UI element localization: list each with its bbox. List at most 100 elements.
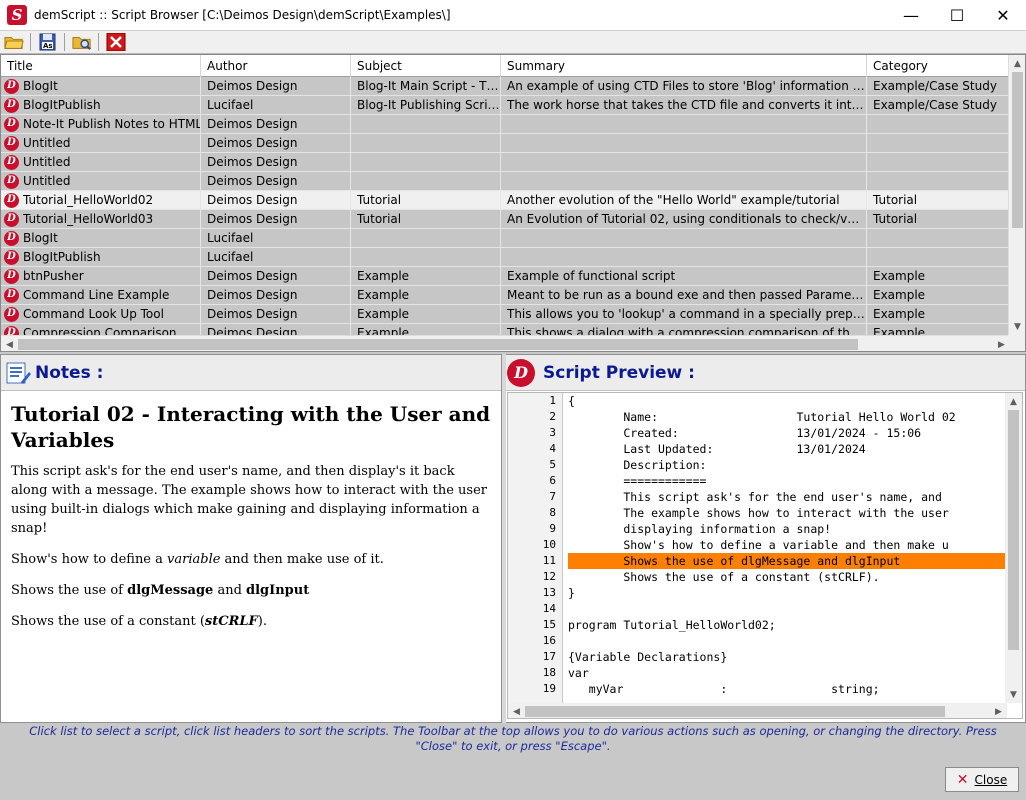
- table-row[interactable]: DbtnPusher Deimos Design Example Example of…: [1, 267, 1010, 286]
- scroll-down-icon[interactable]: ▼: [1009, 318, 1025, 335]
- table-row[interactable]: D BlogItPublish Lucifael Blog-It Publishing…: [1, 96, 1010, 115]
- cell-subject: [351, 229, 501, 247]
- minimize-button[interactable]: —: [888, 0, 934, 31]
- code-line: Last Updated: 13/01/2024: [568, 442, 866, 456]
- close-x-icon: ✕: [956, 771, 969, 788]
- close-button[interactable]: ✕ Close: [945, 767, 1019, 792]
- preview-title: Script Preview :: [543, 362, 695, 383]
- line-number-gutter: 1 2 3 4 5 6 7 8 9 10 11 12 13 14 15 16 17 18 19: [508, 393, 563, 703]
- line-number: 8: [549, 506, 556, 519]
- column-header-subject[interactable]: Subject: [351, 55, 501, 77]
- toolbar-separator: [30, 33, 31, 51]
- column-header-summary[interactable]: Summary: [501, 55, 867, 77]
- close-button-label: Close: [974, 772, 1008, 787]
- table-row[interactable]: D Untitled Deimos Design: [1, 134, 1010, 153]
- code-vertical-scrollbar[interactable]: ▲ ▼: [1005, 393, 1022, 703]
- table-row[interactable]: D Tutorial_HelloWorld02 Deimos Design Tutor…: [1, 191, 1010, 210]
- code-horizontal-scroll-thumb[interactable]: [525, 706, 945, 717]
- table-row[interactable]: D Note-It Publish Notes to HTML Deimos Des…: [1, 115, 1010, 134]
- table-row[interactable]: D Compression Comparison Deimos Design Exam…: [1, 324, 1010, 335]
- cell-summary: [501, 134, 867, 152]
- cell-title: D Untitled: [1, 134, 201, 152]
- notes-title: Notes :: [35, 362, 104, 383]
- cell-title: D Command Line Example: [1, 286, 201, 304]
- column-header-title[interactable]: Title: [1, 55, 201, 77]
- cell-summary: [501, 172, 867, 190]
- code-line: This script ask's for the end user's nam…: [568, 490, 942, 504]
- table-row[interactable]: D Command Line Example Deimos Design Exampl…: [1, 286, 1010, 305]
- cell-summary: Another evolution of the "Hello World" e…: [501, 191, 867, 209]
- open-folder-button[interactable]: [3, 32, 25, 52]
- close-red-icon: [106, 33, 126, 51]
- save-as-button[interactable]: As: [37, 32, 59, 52]
- cell-summary: Meant to be run as a bound exe and then …: [501, 286, 867, 304]
- exit-button[interactable]: [105, 32, 127, 52]
- list-horizontal-scrollbar[interactable]: ◀ ▶: [1, 335, 1010, 351]
- cell-subject: Example: [351, 286, 501, 304]
- cell-author: Deimos Design: [201, 267, 351, 285]
- window-controls: — ☐ ✕: [888, 0, 1026, 31]
- column-header-author[interactable]: Author: [201, 55, 351, 77]
- line-number: 6: [549, 474, 556, 487]
- window-close-button[interactable]: ✕: [980, 0, 1026, 31]
- line-number: 16: [542, 634, 556, 647]
- cell-summary: [501, 248, 867, 266]
- line-number: 11: [542, 554, 556, 567]
- cell-author: Deimos Design: [201, 305, 351, 323]
- cell-title-text: Untitled: [23, 155, 71, 169]
- cell-title: D Compression Comparison: [1, 324, 201, 335]
- svg-text:As: As: [43, 42, 53, 50]
- column-header-category[interactable]: Category: [867, 55, 1010, 77]
- code-horizontal-scrollbar[interactable]: ◀ ▶: [508, 703, 1007, 718]
- table-row[interactable]: D BlogIt Deimos Design Blog-It Main Script …: [1, 77, 1010, 96]
- script-file-icon: D: [4, 211, 19, 227]
- table-row[interactable]: D Untitled Deimos Design: [1, 172, 1010, 191]
- code-vertical-scroll-thumb[interactable]: [1008, 410, 1019, 650]
- table-row[interactable]: D Untitled Deimos Design: [1, 153, 1010, 172]
- script-file-icon: D: [4, 249, 19, 265]
- cell-summary: [501, 229, 867, 247]
- table-row[interactable]: D Tutorial_HelloWorld03 Deimos Design Tutor…: [1, 210, 1010, 229]
- preview-header: D Script Preview :: [503, 355, 1025, 391]
- notes-paragraph: This script ask's for the end user's nam…: [11, 464, 488, 536]
- browse-directory-button[interactable]: [71, 32, 93, 52]
- panel-splitter[interactable]: [502, 354, 506, 723]
- line-number: 9: [549, 522, 556, 535]
- maximize-button[interactable]: ☐: [934, 0, 980, 31]
- list-horizontal-scroll-thumb[interactable]: [18, 339, 858, 350]
- script-file-icon: D: [4, 78, 19, 94]
- cell-summary: [501, 153, 867, 171]
- scroll-down-icon[interactable]: ▼: [1005, 686, 1022, 703]
- cell-title-text: Compression Comparison: [23, 326, 177, 335]
- script-file-icon: D: [4, 135, 19, 151]
- list-vertical-scroll-thumb[interactable]: [1012, 72, 1023, 228]
- scroll-left-icon[interactable]: ◀: [508, 703, 525, 718]
- line-number: 5: [549, 458, 556, 471]
- code-line: var: [568, 666, 589, 680]
- code-line: displaying information a snap!: [568, 522, 832, 536]
- scroll-up-icon[interactable]: ▲: [1005, 393, 1022, 410]
- line-number: 18: [542, 666, 556, 679]
- table-row[interactable]: D Command Look Up Tool Deimos Design Exampl…: [1, 305, 1010, 324]
- notes-panel: Notes : Tutorial 02 - Interacting with t…: [0, 354, 502, 723]
- line-number: 17: [542, 650, 556, 663]
- toolbar: As: [0, 31, 1026, 54]
- notes-heading: Tutorial 02 - Interacting with the User …: [11, 402, 491, 452]
- scroll-right-icon[interactable]: ▶: [990, 703, 1007, 718]
- cell-summary: This allows you to 'lookup' a command in…: [501, 305, 867, 323]
- cell-author: Deimos Design: [201, 172, 351, 190]
- line-number: 2: [549, 410, 556, 423]
- cell-title: D BlogItPublish: [1, 96, 201, 114]
- cell-category: [867, 153, 1010, 171]
- cell-title-text: Untitled: [23, 174, 71, 188]
- scroll-left-icon[interactable]: ◀: [1, 336, 18, 351]
- table-row[interactable]: D BlogItPublish Lucifael: [1, 248, 1010, 267]
- code-lines[interactable]: { Name: Tutorial Hello World 02 Created:…: [568, 393, 1005, 703]
- cell-author: Deimos Design: [201, 115, 351, 133]
- code-editor[interactable]: 1 2 3 4 5 6 7 8 9 10 11 12 13 14 15 16 17 18 19 { Name: Tu…: [507, 392, 1023, 719]
- scroll-up-icon[interactable]: ▲: [1009, 55, 1025, 72]
- script-file-icon: D: [4, 325, 19, 335]
- script-list[interactable]: Title Author Subject Summary Category DB…: [0, 54, 1026, 352]
- table-row[interactable]: D BlogIt Lucifael: [1, 229, 1010, 248]
- list-vertical-scrollbar[interactable]: ▲ ▼: [1008, 55, 1025, 335]
